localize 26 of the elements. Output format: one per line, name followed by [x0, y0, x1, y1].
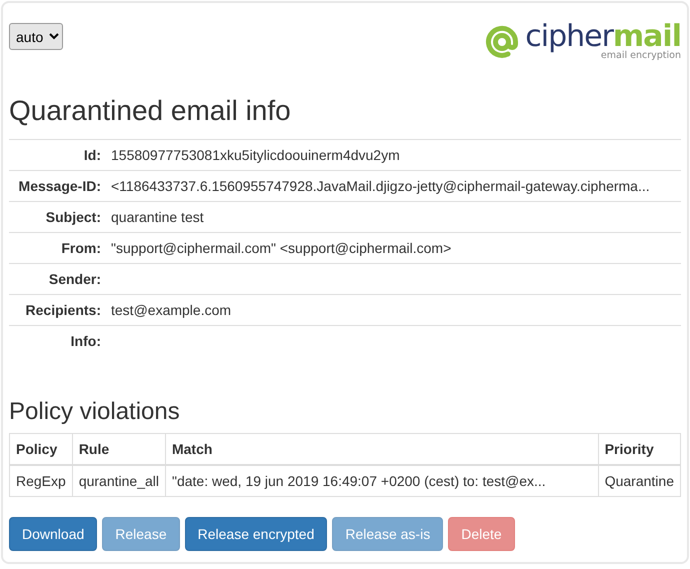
action-button[interactable]: Download	[9, 517, 98, 551]
field-value: "support@ciphermail.com" <support@ciphermail.com>	[103, 232, 681, 264]
action-button[interactable]: Release encrypted	[184, 517, 328, 551]
table-cell: "date: wed, 19 jun 2019 16:49:07 +0200 (cest) to: test@ex...	[165, 465, 598, 496]
table-cell: qurantine_all	[72, 465, 166, 496]
column-header: Match	[165, 434, 598, 465]
column-header: Priority	[598, 434, 680, 465]
logo-text: cipher	[525, 19, 613, 54]
field-value: test@example.com	[103, 294, 681, 326]
field-label: Info:	[9, 326, 103, 356]
language-select[interactable]: auto	[9, 23, 63, 50]
table-cell: RegExp	[10, 465, 72, 496]
field-label: Id:	[9, 140, 103, 170]
column-header: Rule	[72, 434, 166, 465]
table-cell: Quarantine	[598, 465, 680, 496]
field-label: Message-ID:	[9, 170, 103, 202]
field-value: quarantine test	[103, 202, 681, 232]
field-value: 15580977753081xku5itylicdoouinerm4dvu2ym	[103, 140, 681, 170]
field-label: Sender:	[9, 264, 103, 294]
section-title: Policy violations	[9, 398, 181, 426]
page-title: Quarantined email info	[9, 95, 292, 127]
column-header: Policy	[10, 434, 72, 465]
field-label: From:	[9, 232, 103, 264]
field-label: Subject:	[9, 202, 103, 232]
field-label: Recipients:	[9, 294, 103, 326]
field-value: <1186433737.6.1560955747928.JavaMail.djigzo-jetty@ciphermail-gateway.cipherma...	[103, 170, 681, 202]
